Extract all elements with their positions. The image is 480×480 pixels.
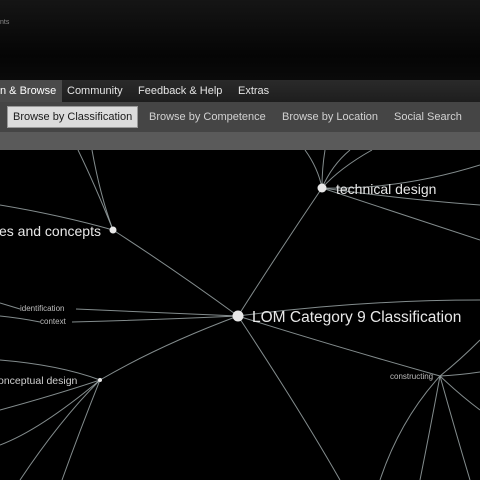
node-label-technical-design[interactable]: technical design <box>336 181 436 197</box>
edge-identification-left <box>0 302 21 310</box>
node-label-constructing[interactable]: constructing <box>390 372 433 381</box>
site-brand-text: nts <box>0 19 10 26</box>
node-label-center[interactable]: LOM Category 9 Classification <box>252 309 461 326</box>
sub-navigation: Browse by Classification Browse by Compe… <box>0 102 480 132</box>
edge-constructing-1 <box>439 339 480 377</box>
node-label-principles[interactable]: es and concepts <box>0 223 101 239</box>
site-header: nts <box>0 0 480 80</box>
nav-extras[interactable]: Extras <box>232 80 275 102</box>
edge-conceptual-5 <box>0 379 101 446</box>
edge-constructing-3 <box>439 375 480 411</box>
node-label-identification[interactable]: identification <box>20 304 64 313</box>
edge-center-context <box>71 315 239 323</box>
edge-tech-up-1 <box>304 150 323 189</box>
edge-center-technical <box>237 187 323 317</box>
nav-search-browse[interactable]: n & Browse <box>0 80 63 102</box>
edge-center-principles <box>112 229 239 317</box>
tab-browse-by-location[interactable]: Browse by Location <box>277 106 383 128</box>
node-label-context[interactable]: context <box>40 317 67 326</box>
edge-principles-up-2 <box>91 150 114 231</box>
edge-context-left <box>0 315 41 323</box>
node-label-conceptual-design[interactable]: onceptual design <box>0 375 78 387</box>
node-dot-technical-design[interactable] <box>317 183 327 193</box>
edge-constructing-2 <box>439 371 480 377</box>
graph-canvas[interactable]: LOM Category 9 Classification technical … <box>0 150 480 480</box>
edge-constructing-4 <box>379 375 441 480</box>
edge-lower-1 <box>237 315 341 480</box>
tab-browse-by-classification[interactable]: Browse by Classification <box>7 106 139 128</box>
nav-community[interactable]: Community <box>61 80 129 102</box>
nav-feedback-help[interactable]: Feedback & Help <box>132 80 228 102</box>
main-navigation: n & Browse Community Feedback & Help Ext… <box>0 80 480 102</box>
tab-social-search[interactable]: Social Search <box>389 106 467 128</box>
graph-nodes <box>98 183 327 382</box>
edge-constructing-5 <box>419 375 441 480</box>
tab-browse-by-competence[interactable]: Browse by Competence <box>144 106 271 128</box>
node-dot-center[interactable] <box>232 310 244 322</box>
graph-labels: LOM Category 9 Classification technical … <box>0 181 461 387</box>
edge-constructing-6 <box>439 375 471 480</box>
edge-center-conceptual <box>99 315 239 381</box>
node-dot-principles[interactable] <box>109 226 117 234</box>
classification-graph[interactable]: LOM Category 9 Classification technical … <box>0 150 480 480</box>
edge-principles-up-1 <box>77 150 114 231</box>
edge-center-identification <box>75 308 239 317</box>
subnav-bottom-strip <box>0 132 480 150</box>
node-dot-conceptual-design[interactable] <box>98 378 102 382</box>
edge-conceptual-3 <box>19 379 101 480</box>
